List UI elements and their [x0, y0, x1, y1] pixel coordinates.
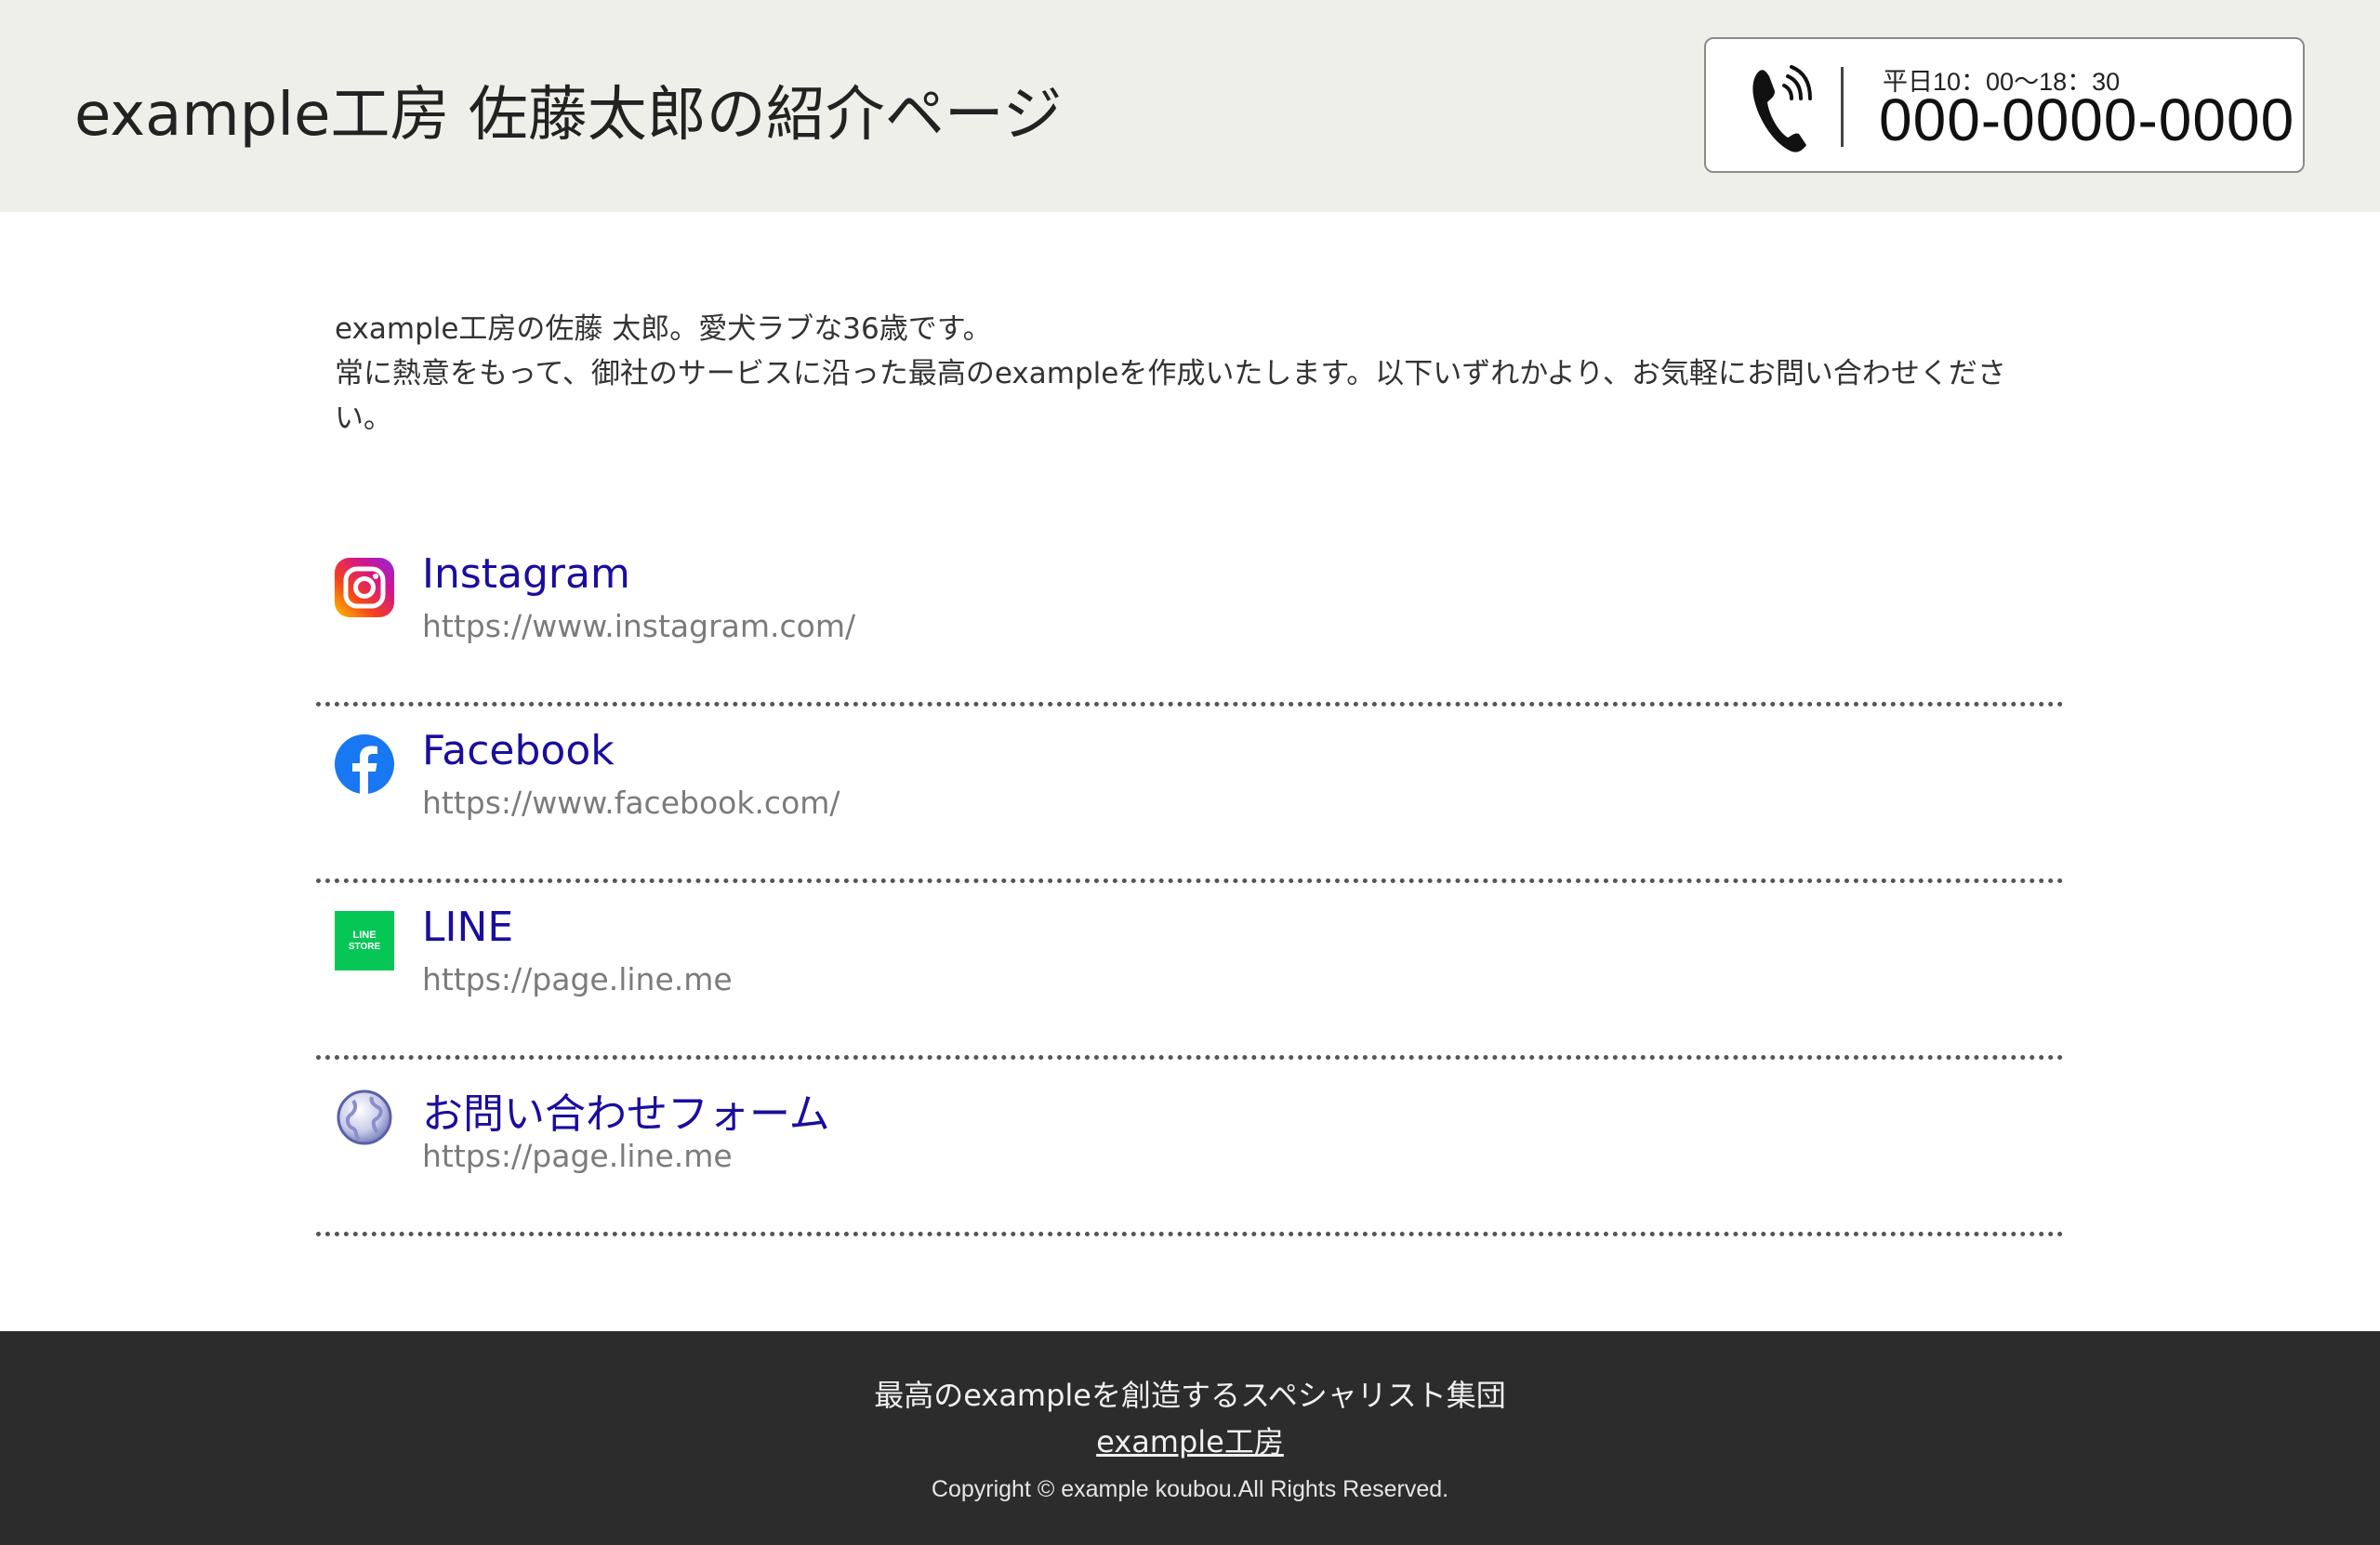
- globe-icon: [337, 1089, 392, 1145]
- page-title: example工房 佐藤太郎の紹介ページ: [74, 81, 1063, 150]
- link-title-instagram[interactable]: Instagram: [422, 550, 630, 598]
- phone-contact-box[interactable]: 平日10：00〜18：30 000-0000-0000: [1704, 37, 2305, 173]
- phone-divider: [1841, 67, 1844, 147]
- intro-line-2: 常に熱意をもって、御社のサービスに沿った最高のexampleを作成いたします。以…: [335, 357, 2006, 435]
- line-icon-text-bottom: STORE: [349, 942, 381, 952]
- footer-brand: example工房: [0, 1419, 2380, 1461]
- instagram-icon: [335, 558, 394, 617]
- link-url-contact-form[interactable]: https://page.line.me: [422, 1138, 733, 1174]
- phone-number[interactable]: 000-0000-0000: [1879, 86, 2294, 154]
- intro-line-1: example工房の佐藤 太郎。愛犬ラブな36歳です。: [335, 312, 992, 346]
- intro-section: example工房の佐藤 太郎。愛犬ラブな36歳です。 常に熱意をもって、御社の…: [335, 307, 2027, 441]
- link-item-line[interactable]: LINE STORE LINE https://page.line.me: [316, 883, 2064, 1060]
- footer-tagline: 最高のexampleを創造するスペシャリスト集団: [874, 1378, 1506, 1413]
- link-title-facebook[interactable]: Facebook: [422, 727, 615, 774]
- link-item-instagram[interactable]: Instagram https://www.instagram.com/: [316, 530, 2064, 706]
- site-header: example工房 佐藤太郎の紹介ページ 平日10：00〜18：30 000-0…: [0, 0, 2380, 212]
- link-item-contact-form[interactable]: お問い合わせフォーム https://page.line.me: [316, 1060, 2064, 1236]
- site-footer: 最高のexampleを創造するスペシャリスト集団 example工房 Copyr…: [0, 1331, 2380, 1545]
- link-title-line[interactable]: LINE: [422, 904, 513, 951]
- line-icon-text-top: LINE: [352, 930, 376, 941]
- link-url-instagram[interactable]: https://www.instagram.com/: [422, 608, 855, 644]
- link-url-facebook[interactable]: https://www.facebook.com/: [422, 785, 840, 821]
- link-title-contact-form[interactable]: お問い合わせフォーム: [422, 1080, 830, 1140]
- contact-link-list: Instagram https://www.instagram.com/ Fac…: [316, 530, 2064, 1236]
- link-url-line[interactable]: https://page.line.me: [422, 961, 733, 997]
- facebook-icon: [335, 734, 394, 794]
- footer-brand-link[interactable]: example工房: [1096, 1424, 1284, 1459]
- phone-icon: [1752, 65, 1812, 152]
- line-store-icon: LINE STORE: [335, 911, 394, 971]
- footer-copyright: Copyright © example koubou.All Rights Re…: [931, 1476, 1449, 1502]
- link-item-facebook[interactable]: Facebook https://www.facebook.com/: [316, 706, 2064, 883]
